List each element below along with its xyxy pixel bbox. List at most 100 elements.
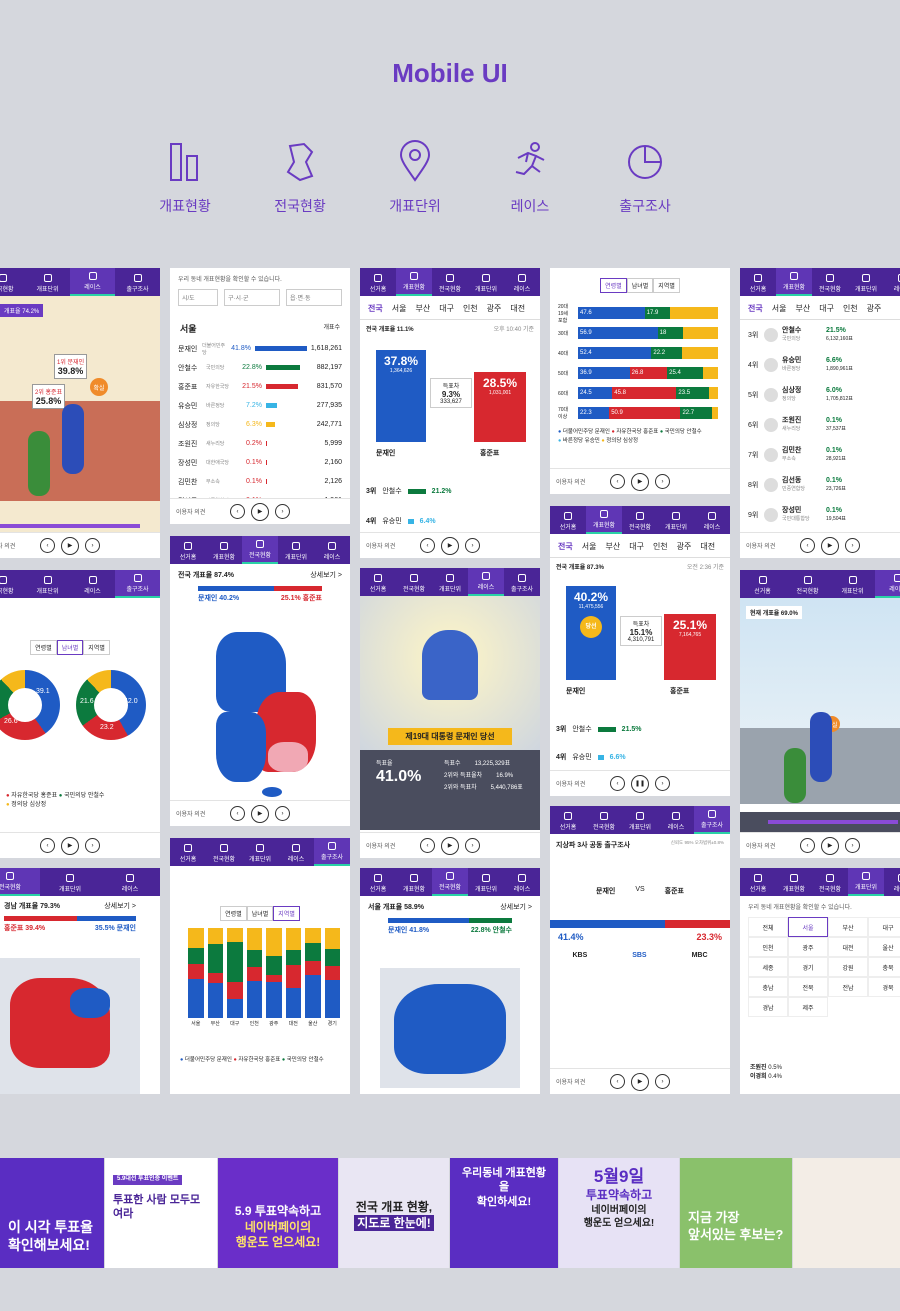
prev-button[interactable]: ‹	[420, 538, 435, 553]
tab-region[interactable]: 대전	[700, 541, 715, 552]
prev-button[interactable]: ‹	[800, 538, 815, 553]
banner-may9[interactable]: 5월9일 투표약속하고 네이버페이의 행운도 얻으세요!	[559, 1158, 679, 1268]
nav-item[interactable]: 레이스	[884, 868, 900, 896]
tab-region[interactable]: 부산	[605, 541, 620, 552]
nav-item[interactable]: 전국현황	[0, 570, 25, 598]
city-option[interactable]: 경기	[788, 957, 828, 977]
tab-region[interactable]: 지역별	[83, 640, 110, 655]
tab-gender[interactable]: 남녀별	[56, 640, 84, 655]
banner-leader[interactable]: 지금 가장 앞서있는 후보는?	[680, 1158, 792, 1268]
tab-region[interactable]: 인천	[843, 303, 858, 314]
nav-item[interactable]: 선거홈	[360, 268, 396, 296]
nav-item-tally[interactable]: 개표현황	[586, 506, 622, 534]
tab-region[interactable]: 광주	[487, 303, 502, 314]
category-nation[interactable]: 전국현황	[250, 140, 350, 216]
next-button[interactable]: ›	[655, 474, 670, 489]
prev-button[interactable]: ‹	[420, 838, 435, 853]
city-option[interactable]: 제주	[788, 997, 828, 1017]
city-option[interactable]: 세종	[748, 957, 788, 977]
category-race[interactable]: 레이스	[480, 140, 580, 216]
nav-item[interactable]: 개표단위	[278, 536, 314, 564]
nav-item[interactable]: 전국현황	[785, 570, 830, 598]
nav-item[interactable]: 개표단위	[468, 268, 504, 296]
play-button[interactable]: ▶	[251, 804, 269, 823]
nav-item[interactable]: 개표단위	[830, 570, 875, 598]
nav-item-nation[interactable]: 전국현황	[242, 536, 278, 564]
nav-item[interactable]: 레이스	[504, 268, 540, 296]
opinion-link[interactable]: 이용자 의견	[176, 507, 205, 516]
pause-button[interactable]: ❚❚	[631, 774, 649, 793]
play-button[interactable]: ▶	[631, 472, 649, 491]
city-option[interactable]: 전북	[788, 977, 828, 997]
nav-item[interactable]: 선거홈	[740, 268, 776, 296]
tab-region[interactable]: 서울	[392, 303, 407, 314]
nav-item[interactable]: 선거홈	[170, 536, 206, 564]
city-option[interactable]: 경북	[868, 977, 900, 997]
nav-item[interactable]: 전국현황	[622, 506, 658, 534]
city-option[interactable]: 광주	[788, 937, 828, 957]
nav-item[interactable]: 선거홈	[170, 838, 206, 866]
nav-item-exit[interactable]: 출구조사	[115, 570, 160, 598]
nav-item[interactable]: 선거홈	[550, 506, 586, 534]
nav-item[interactable]: 레이스	[278, 838, 314, 866]
nav-item[interactable]: 선거홈	[360, 568, 396, 596]
nav-item[interactable]: 선거홈	[360, 868, 396, 896]
prev-button[interactable]: ‹	[610, 1074, 625, 1089]
nav-item[interactable]: 개표단위	[468, 868, 504, 896]
nav-item[interactable]: 선거홈	[740, 868, 776, 896]
prev-button[interactable]: ‹	[230, 806, 245, 821]
gu-select[interactable]: 구·시·군	[224, 289, 280, 306]
city-option[interactable]: 경남	[748, 997, 788, 1017]
nav-item[interactable]: 레이스	[70, 570, 115, 598]
tab-region[interactable]: 부산	[415, 303, 430, 314]
next-button[interactable]: ›	[655, 1074, 670, 1089]
tab-region[interactable]: 대구	[629, 541, 644, 552]
city-option[interactable]: 인천	[748, 937, 788, 957]
tab-gender[interactable]: 남녀별	[626, 278, 654, 293]
nav-item[interactable]: 선거홈	[740, 570, 785, 598]
nav-item[interactable]: 출구조사	[504, 568, 540, 596]
next-button[interactable]: ›	[655, 776, 670, 791]
nav-item[interactable]: 전국현황	[206, 838, 242, 866]
category-exit[interactable]: 출구조사	[595, 140, 695, 216]
prev-button[interactable]: ‹	[230, 504, 245, 519]
dong-select[interactable]: 읍·면·동	[286, 289, 342, 306]
nav-item-exit[interactable]: 출구조사	[694, 806, 730, 834]
banner-local[interactable]: 우리동네 개표현황을 확인하세요!	[450, 1158, 558, 1268]
nav-item-tally[interactable]: 개표현황	[776, 268, 812, 296]
tab-region[interactable]: 지역별	[653, 278, 680, 293]
banner-photo[interactable]	[793, 1158, 900, 1268]
tab-age[interactable]: 연령별	[220, 906, 247, 921]
tab-region[interactable]: 대구	[819, 303, 834, 314]
tab-region[interactable]: 대전	[510, 303, 525, 314]
nav-item[interactable]: 전국현황	[812, 868, 848, 896]
play-button[interactable]: ▶	[61, 836, 79, 855]
city-option[interactable]: 전체	[748, 917, 788, 937]
nav-item-race[interactable]: 레이스	[70, 268, 115, 296]
nav-item[interactable]: 개표현황	[776, 868, 812, 896]
nav-item[interactable]: 전국현황	[586, 806, 622, 834]
tab-gender[interactable]: 남녀별	[246, 906, 274, 921]
next-button[interactable]: ›	[275, 504, 290, 519]
tab-region[interactable]: 대구	[439, 303, 454, 314]
nav-item[interactable]: 전국현황	[0, 268, 25, 296]
opinion-link[interactable]: 이용자 의견	[746, 841, 775, 850]
nav-item[interactable]: 레이스	[658, 806, 694, 834]
tab-region[interactable]: 인천	[653, 541, 668, 552]
category-tally[interactable]: 개표현황	[135, 140, 235, 216]
nav-item[interactable]: 전국현황	[432, 268, 468, 296]
nav-item[interactable]: 출구조사	[115, 268, 160, 296]
opinion-link[interactable]: 이용자 의견	[0, 541, 15, 550]
nav-item[interactable]: 개표단위	[848, 268, 884, 296]
opinion-link[interactable]: 이용자 의견	[556, 477, 585, 486]
prev-button[interactable]: ‹	[40, 538, 55, 553]
banner-pay[interactable]: 5.9 투표약속하고 네이버페이의 행운도 얻으세요!	[218, 1158, 338, 1268]
tab-age[interactable]: 연령별	[30, 640, 57, 655]
category-unit[interactable]: 개표단위	[365, 140, 465, 216]
nav-item-unit[interactable]: 개표단위	[848, 868, 884, 896]
nav-item[interactable]: 개표단위	[40, 868, 100, 896]
tab-region[interactable]: 서울	[582, 541, 597, 552]
tab-region[interactable]: 전국	[558, 541, 573, 552]
opinion-link[interactable]: 이용자 의견	[556, 779, 585, 788]
city-option[interactable]: 대전	[828, 937, 868, 957]
